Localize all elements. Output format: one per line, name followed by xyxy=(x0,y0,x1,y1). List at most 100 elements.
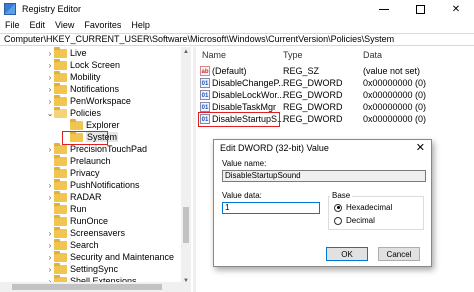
string-value-icon: ab xyxy=(200,66,210,76)
tree-item-label: Security and Maintenance xyxy=(70,252,175,262)
tree-item-label: SettingSync xyxy=(70,264,119,274)
dialog-close-icon[interactable]: ✕ xyxy=(416,141,425,154)
tree-item[interactable]: › PushNotifications xyxy=(46,178,140,191)
value-row[interactable]: ab (Default) REG_SZ (value not set) xyxy=(197,65,474,77)
tree-item[interactable]: › Lock Screen xyxy=(46,58,121,71)
value-row[interactable]: 01 DisableLockWor... REG_DWORD 0x00000000 (… xyxy=(197,89,474,101)
tree-item[interactable]: › Mobility xyxy=(46,70,101,83)
menu-file[interactable]: File xyxy=(0,20,25,30)
close-button[interactable]: ✕ xyxy=(438,0,474,18)
tree-item[interactable]: Prelaunch xyxy=(46,154,111,167)
chevron-right-icon[interactable]: › xyxy=(46,191,54,203)
hscroll-thumb[interactable] xyxy=(12,284,162,290)
tree-item[interactable]: › Notifications xyxy=(46,82,119,95)
value-name: DisableLockWor... xyxy=(212,90,285,100)
folder-icon xyxy=(54,58,67,70)
tree-item[interactable]: › Security and Maintenance xyxy=(46,250,175,263)
menu-bar: File Edit View Favorites Help xyxy=(0,18,474,32)
pane-splitter[interactable] xyxy=(193,47,196,292)
folder-icon xyxy=(54,142,67,154)
value-type: REG_DWORD xyxy=(283,102,343,112)
folder-icon xyxy=(54,262,67,274)
address-bar[interactable]: Computer\HKEY_CURRENT_USER\Software\Micr… xyxy=(0,33,474,46)
key-tree[interactable]: › Live › Lock Screen › Mobility › Notifications… xyxy=(0,47,181,286)
tree-item-label: Run xyxy=(70,204,87,214)
chevron-right-icon[interactable]: › xyxy=(46,47,54,59)
menu-favorites[interactable]: Favorites xyxy=(79,20,126,30)
value-row[interactable]: 01 DisableChangeP... REG_DWORD 0x00000000 (… xyxy=(197,77,474,89)
chevron-down-icon[interactable]: ⌄ xyxy=(46,107,54,119)
tree-item[interactable]: › Search xyxy=(46,238,99,251)
chevron-right-icon[interactable]: › xyxy=(46,83,54,95)
minimize-icon xyxy=(379,8,389,10)
minimize-button[interactable] xyxy=(366,0,402,18)
dialog-title: Edit DWORD (32-bit) Value xyxy=(220,143,329,153)
title-bar: Registry Editor ✕ xyxy=(0,0,474,18)
binary-value-icon: 01 xyxy=(200,90,210,100)
tree-item[interactable]: Explorer xyxy=(62,118,120,131)
tree-item[interactable]: › Live xyxy=(46,47,87,59)
folder-icon xyxy=(54,202,67,214)
tree-item-label: RunOnce xyxy=(70,216,109,226)
chevron-right-icon[interactable]: › xyxy=(46,71,54,83)
binary-value-icon: 01 xyxy=(200,102,210,112)
value-type: REG_SZ xyxy=(283,66,320,76)
ok-button[interactable]: OK xyxy=(326,247,368,261)
list-header: Name Type Data xyxy=(197,50,474,62)
value-selection-highlight xyxy=(198,112,280,127)
chevron-right-icon[interactable] xyxy=(62,119,70,131)
chevron-right-icon[interactable]: › xyxy=(46,59,54,71)
chevron-right-icon[interactable]: › xyxy=(46,143,54,155)
value-data-label: Value data: xyxy=(222,191,262,200)
tree-vertical-scrollbar[interactable]: ▲ ▼ xyxy=(181,47,191,286)
tree-item[interactable]: › SettingSync xyxy=(46,262,119,275)
tree-item[interactable]: ⌄ Policies xyxy=(46,106,101,119)
tree-selection-highlight xyxy=(62,131,108,145)
hexadecimal-radio[interactable]: Hexadecimal xyxy=(334,203,392,212)
chevron-right-icon[interactable]: › xyxy=(46,251,54,263)
chevron-right-icon[interactable]: › xyxy=(46,263,54,275)
value-name: DisableChangeP... xyxy=(212,78,286,88)
tree-item[interactable]: Privacy xyxy=(46,166,100,179)
scroll-up-icon[interactable]: ▲ xyxy=(183,49,189,55)
menu-help[interactable]: Help xyxy=(126,20,155,30)
menu-edit[interactable]: Edit xyxy=(25,20,51,30)
column-data[interactable]: Data xyxy=(363,50,382,60)
tree-item[interactable]: › RADAR xyxy=(46,190,102,203)
chevron-right-icon[interactable] xyxy=(46,167,54,179)
value-data: 0x00000000 (0) xyxy=(363,90,427,100)
chevron-right-icon[interactable]: › xyxy=(46,239,54,251)
tree-item[interactable]: › PenWorkspace xyxy=(46,94,131,107)
decimal-radio[interactable]: Decimal xyxy=(334,216,375,225)
column-type[interactable]: Type xyxy=(283,50,303,60)
tree-item[interactable]: RunOnce xyxy=(46,214,109,227)
base-label: Base xyxy=(330,191,353,200)
folder-icon xyxy=(54,154,67,166)
value-data: (value not set) xyxy=(363,66,421,76)
maximize-button[interactable] xyxy=(402,0,438,18)
scroll-thumb[interactable] xyxy=(183,207,189,243)
chevron-right-icon[interactable]: › xyxy=(46,179,54,191)
registry-editor-icon xyxy=(4,3,16,15)
cancel-button[interactable]: Cancel xyxy=(378,247,420,261)
value-data: 0x00000000 (0) xyxy=(363,78,427,88)
tree-item[interactable]: Run xyxy=(46,202,87,215)
tree-item-label: Explorer xyxy=(86,120,120,130)
tree-item[interactable]: › Screensavers xyxy=(46,226,125,239)
tree-item-label: Lock Screen xyxy=(70,60,121,70)
chevron-right-icon[interactable] xyxy=(46,215,54,227)
chevron-right-icon[interactable]: › xyxy=(46,227,54,239)
chevron-right-icon[interactable] xyxy=(46,203,54,215)
tree-item-label: Privacy xyxy=(70,168,100,178)
chevron-right-icon[interactable]: › xyxy=(46,95,54,107)
folder-icon xyxy=(54,190,67,202)
value-data-input[interactable]: 1 xyxy=(222,202,320,214)
tree-item-label: Live xyxy=(70,48,87,58)
tree-item-label: PushNotifications xyxy=(70,180,140,190)
edit-dword-dialog: Edit DWORD (32-bit) Value ✕ Value name: … xyxy=(213,139,432,267)
column-name[interactable]: Name xyxy=(202,50,226,60)
window-title: Registry Editor xyxy=(22,4,82,14)
tree-horizontal-scrollbar[interactable] xyxy=(0,282,191,292)
menu-view[interactable]: View xyxy=(50,20,79,30)
chevron-right-icon[interactable] xyxy=(46,155,54,167)
